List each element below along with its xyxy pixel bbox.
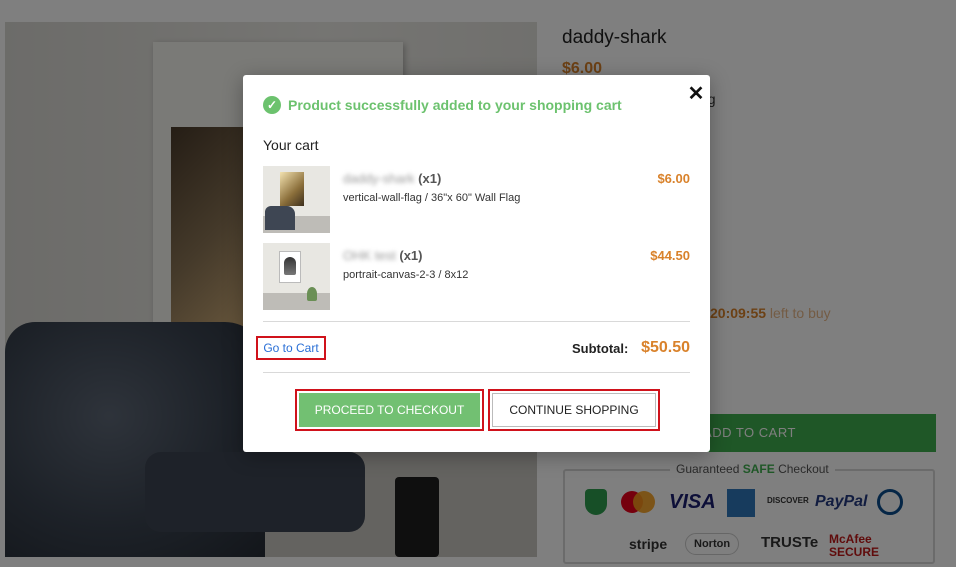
- divider: [263, 372, 690, 373]
- success-message: Product successfully added to your shopp…: [288, 97, 622, 113]
- cart-item-variant: vertical-wall-flag / 36"x 60" Wall Flag: [343, 192, 521, 204]
- chair-thumbnail-art: [265, 206, 295, 230]
- product-thumbnail[interactable]: [263, 243, 330, 310]
- subtotal-value: $50.50: [641, 339, 690, 356]
- close-icon[interactable]: ✕: [687, 84, 705, 104]
- checkout-highlight: PROCEED TO CHECKOUT: [295, 389, 484, 431]
- added-to-cart-modal: ✕ ✓ Product successfully added to your s…: [243, 75, 710, 452]
- cart-heading: Your cart: [263, 137, 319, 153]
- continue-highlight: CONTINUE SHOPPING: [488, 389, 660, 431]
- check-circle-icon: ✓: [263, 96, 281, 114]
- go-to-cart-link[interactable]: Go to Cart: [256, 336, 326, 360]
- canvas-thumbnail-art: [279, 251, 301, 283]
- cart-item-price: $6.00: [657, 171, 690, 186]
- continue-shopping-button[interactable]: CONTINUE SHOPPING: [492, 393, 656, 427]
- plant-thumbnail-art: [307, 287, 317, 301]
- cart-item-variant: portrait-canvas-2-3 / 8x12: [343, 269, 469, 281]
- cart-item-price: $44.50: [650, 248, 690, 263]
- subtotal-label: Subtotal:: [572, 341, 629, 356]
- success-message-row: ✓ Product successfully added to your sho…: [263, 96, 622, 114]
- product-thumbnail[interactable]: [263, 166, 330, 233]
- proceed-to-checkout-button[interactable]: PROCEED TO CHECKOUT: [299, 393, 480, 427]
- cart-item-name[interactable]: OHK test (x1): [343, 248, 423, 263]
- cart-item: daddy-shark (x1) vertical-wall-flag / 36…: [263, 166, 690, 233]
- cart-item-name[interactable]: daddy-shark (x1): [343, 171, 441, 186]
- divider: [263, 321, 690, 322]
- flag-thumbnail-art: [280, 172, 304, 206]
- cart-item: OHK test (x1) portrait-canvas-2-3 / 8x12…: [263, 243, 690, 310]
